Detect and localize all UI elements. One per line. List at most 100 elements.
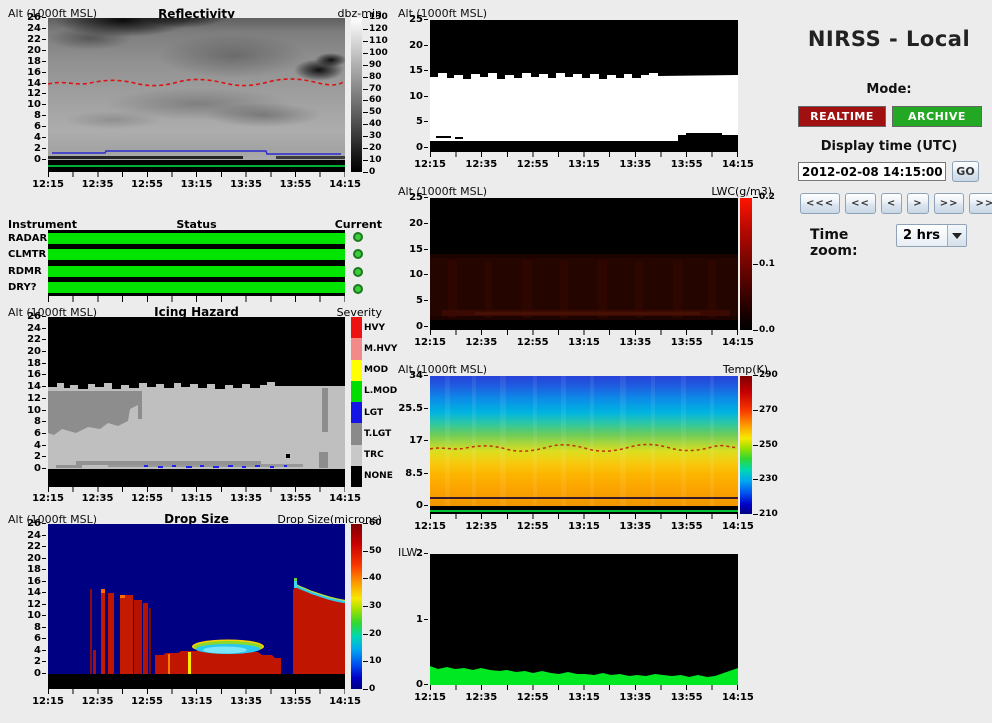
y-tick-label: 26 xyxy=(27,13,46,22)
y-tick-label: 8 xyxy=(34,417,46,426)
status-bar xyxy=(48,249,345,260)
y-tick-label: 26 xyxy=(27,312,46,321)
colorbar-tick-label: 90 xyxy=(363,61,382,70)
y-tick-label: 4 xyxy=(34,441,46,450)
colorbar-tick-label: 270 xyxy=(753,406,778,415)
y-tick-label: 12 xyxy=(27,600,46,609)
y-tick-label: 22 xyxy=(27,542,46,551)
y-tick-label: 0 xyxy=(416,680,428,689)
colorbar-tick-label: 60 xyxy=(363,96,382,105)
y-tick-label: 20 xyxy=(27,554,46,563)
time-label: 12:55 xyxy=(513,521,553,532)
colorbar-tick-label: 110 xyxy=(363,37,388,46)
time-label: 12:15 xyxy=(28,179,68,190)
severity-color-swatch xyxy=(351,445,362,466)
reflectivity-colorbar-labels: 1301201101009080706050403020100 xyxy=(363,13,388,177)
y-tick-label: 25 xyxy=(409,15,428,24)
y-tick-label: 10 xyxy=(27,406,46,415)
severity-label: HVY xyxy=(364,317,404,338)
time-label: 13:35 xyxy=(226,179,266,190)
y-tick-label: 8 xyxy=(34,111,46,120)
y-tick-label: 10 xyxy=(409,92,428,101)
time-nav-buttons: <<<<<<>>>>>> xyxy=(800,193,992,214)
time-label: 14:15 xyxy=(718,692,758,703)
colorbar-tick-label: 210 xyxy=(753,510,778,519)
time-label: 12:15 xyxy=(410,159,450,170)
time-label: 12:35 xyxy=(461,159,501,170)
y-tick-label: 0 xyxy=(34,464,46,473)
lwc-xlabels: 12:1512:3512:5513:1513:3513:5514:15 xyxy=(410,337,758,348)
cloud-xticks xyxy=(430,152,738,157)
time-zoom-value: 2 hrs xyxy=(897,225,947,246)
y-tick-label: 10 xyxy=(409,270,428,279)
time-nav-button[interactable]: >> xyxy=(934,193,965,214)
severity-color-swatch xyxy=(351,317,362,338)
mode-label: Mode: xyxy=(793,82,985,97)
y-tick-label: 12 xyxy=(27,89,46,98)
y-tick-label: 2 xyxy=(34,144,46,153)
lwc-colorbar xyxy=(740,198,752,330)
time-label: 14:15 xyxy=(325,696,365,707)
icing-xlabels: 12:1512:3512:5513:1513:3513:5514:15 xyxy=(28,493,365,504)
cloud-xlabels: 12:1512:3512:5513:1513:3513:5514:15 xyxy=(410,159,758,170)
lwc-yaxis: 2520151050 xyxy=(402,193,428,331)
current-status-light xyxy=(353,232,363,242)
time-nav-button[interactable]: >>> xyxy=(969,193,992,214)
colorbar-tick-label: 0 xyxy=(363,168,375,177)
temp-xticks xyxy=(430,514,738,519)
time-label: 12:35 xyxy=(78,493,118,504)
severity-color-swatch xyxy=(351,360,362,381)
time-label: 13:55 xyxy=(276,179,316,190)
colorbar-tick-label: 100 xyxy=(363,49,388,58)
time-label: 13:55 xyxy=(276,493,316,504)
time-label: 12:35 xyxy=(461,337,501,348)
colorbar-tick-label: 70 xyxy=(363,85,382,94)
time-label: 13:55 xyxy=(667,692,707,703)
time-label: 14:15 xyxy=(325,493,365,504)
status-bars xyxy=(48,230,345,296)
current-status-light xyxy=(353,267,363,277)
reflectivity-xticks xyxy=(48,172,345,177)
colorbar-tick-label: 0.1 xyxy=(753,260,775,269)
current-status-lights xyxy=(353,230,363,296)
time-label: 13:35 xyxy=(615,692,655,703)
y-tick-label: 15 xyxy=(409,66,428,75)
y-tick-label: 24 xyxy=(27,24,46,33)
y-tick-label: 6 xyxy=(34,122,46,131)
colorbar-tick-label: 40 xyxy=(363,574,382,583)
y-tick-label: 16 xyxy=(27,68,46,77)
instrument-label: CLMTR xyxy=(8,249,46,260)
y-tick-label: 26 xyxy=(27,519,46,528)
y-tick-label: 8.5 xyxy=(405,469,428,478)
time-nav-button[interactable]: <<< xyxy=(800,193,840,214)
severity-color-swatch xyxy=(351,423,362,444)
colorbar-tick-label: 130 xyxy=(363,13,388,22)
time-label: 12:55 xyxy=(127,696,167,707)
y-tick-label: 16 xyxy=(27,370,46,379)
time-label: 13:15 xyxy=(177,696,217,707)
time-label: 13:15 xyxy=(177,179,217,190)
dropdown-arrow-button[interactable] xyxy=(947,225,966,246)
colorbar-tick-label: 120 xyxy=(363,25,388,34)
dropsize-xticks xyxy=(48,689,345,694)
cloud-plot xyxy=(430,20,738,152)
y-tick-label: 5 xyxy=(416,117,428,126)
time-nav-button[interactable]: > xyxy=(907,193,928,214)
time-label: 13:35 xyxy=(226,493,266,504)
realtime-button[interactable]: REALTIME xyxy=(798,106,886,127)
y-tick-label: 10 xyxy=(27,100,46,109)
time-nav-button[interactable]: << xyxy=(845,193,876,214)
lwc-xticks xyxy=(430,330,738,335)
time-nav-button[interactable]: < xyxy=(881,193,902,214)
y-tick-label: 15 xyxy=(409,245,428,254)
y-tick-label: 24 xyxy=(27,324,46,333)
time-label: 12:55 xyxy=(513,692,553,703)
ilw-xticks xyxy=(430,685,738,690)
lwc-colorbar-labels: 0.20.10.0 xyxy=(753,193,775,335)
time-zoom-select[interactable]: 2 hrs xyxy=(896,224,967,247)
display-time-input[interactable] xyxy=(798,162,946,181)
colorbar-tick-label: 10 xyxy=(363,156,382,165)
time-label: 13:15 xyxy=(564,337,604,348)
archive-button[interactable]: ARCHIVE xyxy=(892,106,982,127)
go-button[interactable]: GO xyxy=(952,161,979,182)
